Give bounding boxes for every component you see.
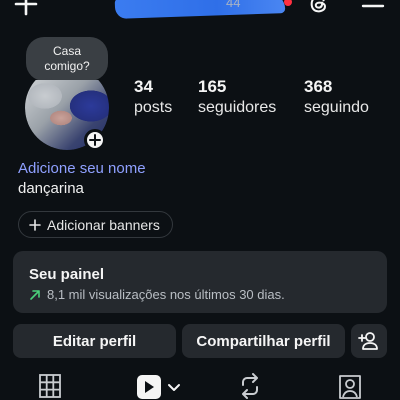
stat-following-value: 368 bbox=[304, 77, 333, 96]
discover-people-button[interactable] bbox=[351, 324, 387, 358]
reposts-icon bbox=[242, 373, 258, 399]
trend-up-icon bbox=[30, 289, 40, 300]
note-line-1: Casa bbox=[52, 44, 81, 58]
stat-followers-value: 165 bbox=[198, 77, 227, 96]
dashboard-views-text: 8,1 mil visualizações nos últimos 30 dia… bbox=[47, 287, 285, 302]
stat-posts[interactable]: 34 posts bbox=[134, 77, 172, 117]
stat-following-label: seguindo bbox=[304, 99, 369, 116]
tab-grid[interactable] bbox=[30, 372, 70, 400]
threads-icon[interactable] bbox=[306, 0, 332, 16]
dashboard-subtitle: 8,1 mil visualizações nos últimos 30 dia… bbox=[29, 287, 285, 302]
tab-tagged[interactable] bbox=[332, 372, 368, 400]
stat-followers[interactable]: 165 seguidores bbox=[198, 77, 276, 117]
tab-reels[interactable] bbox=[134, 372, 186, 400]
stat-posts-label: posts bbox=[134, 99, 173, 116]
add-banners-button[interactable]: Adicionar banners bbox=[18, 211, 173, 238]
dashboard-title: Seu painel bbox=[29, 266, 105, 283]
profile-note[interactable]: Casa comigo? bbox=[26, 37, 108, 81]
tagged-icon bbox=[339, 375, 361, 399]
stat-following[interactable]: 368 seguindo bbox=[304, 77, 369, 117]
add-name-link[interactable]: Adicione seu nome bbox=[18, 160, 146, 177]
menu-icon[interactable] bbox=[360, 0, 386, 14]
add-story-plus-icon[interactable] bbox=[84, 129, 106, 151]
share-profile-button[interactable]: Compartilhar perfil bbox=[182, 324, 345, 358]
add-banners-label: Adicionar banners bbox=[47, 216, 160, 233]
username-suffix: 44 bbox=[226, 0, 241, 10]
bio-text: dançarina bbox=[18, 180, 84, 197]
tab-reposts[interactable] bbox=[232, 372, 268, 400]
reels-icon bbox=[137, 375, 180, 399]
note-line-2: comigo? bbox=[44, 59, 90, 73]
grid-icon bbox=[39, 374, 61, 398]
create-plus-icon[interactable] bbox=[12, 0, 40, 16]
edit-profile-button[interactable]: Editar perfil bbox=[13, 324, 176, 358]
plus-icon bbox=[29, 218, 41, 231]
add-person-icon bbox=[358, 332, 378, 350]
stat-posts-value: 34 bbox=[134, 77, 153, 96]
stat-followers-label: seguidores bbox=[198, 99, 277, 116]
